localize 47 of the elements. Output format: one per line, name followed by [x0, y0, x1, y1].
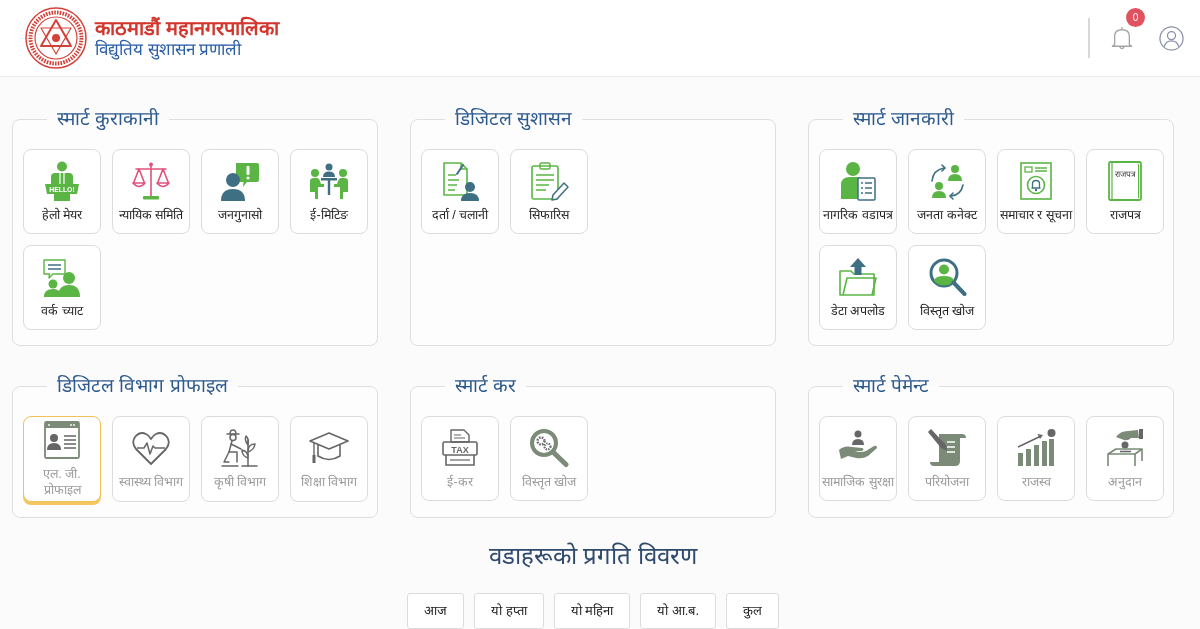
clipboard-pencil-icon — [529, 160, 569, 201]
app-tile[interactable]: वर्क च्याट — [23, 245, 101, 330]
app-tile[interactable]: डेटा अपलोड — [819, 245, 897, 330]
bar-chart-icon — [1016, 427, 1056, 468]
notification-count-badge: 0 — [1126, 7, 1145, 27]
app-tile[interactable]: समाचार र सूचना — [997, 149, 1075, 234]
period-filter-button[interactable]: यो महिना — [553, 593, 631, 629]
farmer-plant-icon — [220, 428, 260, 468]
notifications-button[interactable] — [1111, 26, 1133, 51]
panel-title: स्मार्ट कुराकानी — [56, 107, 161, 131]
app-tile[interactable]: दर्ता / चलानी — [421, 149, 499, 234]
person-search-icon — [927, 256, 967, 297]
person-speech-icon — [220, 160, 260, 201]
panel-title: स्मार्ट जानकारी — [852, 107, 956, 131]
period-filter-button[interactable]: यो हप्ता — [473, 593, 544, 629]
bell-icon — [1111, 26, 1133, 51]
hand-coin-icon — [1105, 427, 1145, 468]
panel-title: डिजिटल विभाग प्रोफाइल — [56, 374, 229, 398]
app-tile[interactable]: नागरिक वडापत्र — [819, 149, 897, 234]
document-person-icon — [440, 160, 480, 201]
folder-upload-icon — [838, 256, 878, 297]
scales-icon — [131, 160, 171, 201]
section-heading: वडाहरूको प्रगति विवरण — [488, 541, 698, 571]
person-list-icon — [838, 160, 878, 201]
profile-card-icon — [42, 420, 82, 460]
app-title: काठमाडौं महानगरपालिका — [95, 16, 279, 39]
app-subtitle: विद्युतिय सुशासन प्रणाली — [95, 38, 243, 60]
period-filter-button[interactable]: आज — [406, 593, 464, 629]
app-tile[interactable]: सिफारिस — [510, 149, 588, 234]
user-profile-button[interactable] — [1159, 25, 1184, 51]
people-chat-icon — [42, 256, 82, 297]
panel-title: स्मार्ट पेमेन्ट — [852, 374, 931, 398]
city-emblem-logo — [25, 7, 87, 69]
app-tile[interactable]: न्यायिक समिति — [112, 149, 190, 234]
scroll-pen-icon — [927, 427, 967, 468]
panel-title: स्मार्ट कर — [454, 374, 518, 398]
period-filter-button[interactable]: कुल — [726, 593, 780, 629]
app-tile[interactable]: जनगुनासो — [201, 149, 279, 234]
app-tile[interactable]: विस्तृत खोज — [908, 245, 986, 330]
panel-title: डिजिटल सुशासन — [454, 107, 574, 131]
gear-search-icon — [529, 427, 569, 468]
book-icon: राजपत्र — [1105, 160, 1145, 201]
user-avatar-icon — [1159, 25, 1184, 51]
app-tile[interactable]: राजपत्र राजपत्र — [1086, 149, 1164, 234]
period-filter-button[interactable]: यो आ.ब. — [640, 593, 717, 629]
app-tile[interactable]: ई-मिटिङ — [290, 149, 368, 234]
app-tile[interactable]: जनता कनेक्ट — [908, 149, 986, 234]
